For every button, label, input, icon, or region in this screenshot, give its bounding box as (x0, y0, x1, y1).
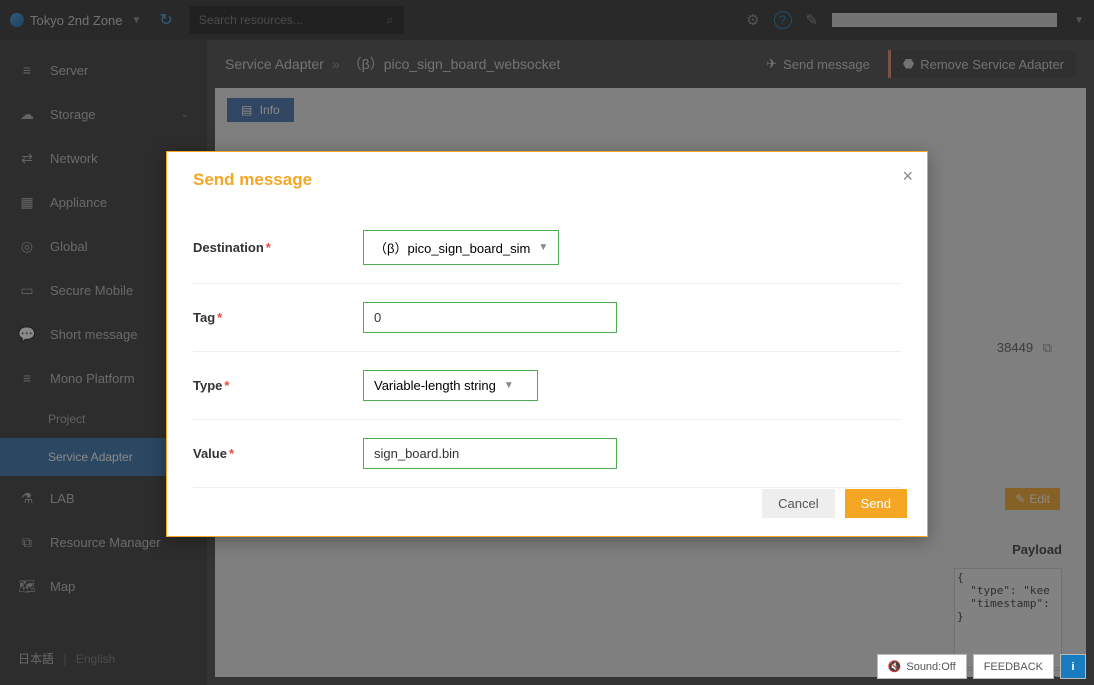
modal-title: Send message (193, 170, 901, 190)
feedback-button[interactable]: FEEDBACK (973, 654, 1054, 679)
required-mark: * (266, 240, 271, 255)
send-message-modal: Send message × Destination* （β）pico_sign… (166, 151, 928, 537)
required-mark: * (229, 446, 234, 461)
destination-label: Destination* (193, 240, 363, 255)
cancel-button[interactable]: Cancel (762, 489, 834, 518)
required-mark: * (224, 378, 229, 393)
chevron-down-icon: ▼ (504, 380, 514, 391)
chevron-down-icon: ▼ (538, 242, 548, 253)
speaker-icon: 🔇 (888, 660, 902, 673)
send-button[interactable]: Send (845, 489, 907, 518)
sound-toggle[interactable]: 🔇 Sound:Off (877, 654, 967, 679)
tag-label: Tag* (193, 310, 363, 325)
required-mark: * (217, 310, 222, 325)
info-button[interactable]: i (1060, 654, 1086, 679)
close-icon[interactable]: × (902, 166, 913, 187)
type-value: Variable-length string (374, 378, 496, 393)
value-label: Value* (193, 446, 363, 461)
value-input[interactable] (363, 438, 617, 469)
type-label: Type* (193, 378, 363, 393)
destination-value: （β）pico_sign_board_sim (374, 238, 530, 257)
type-select[interactable]: Variable-length string ▼ (363, 370, 538, 401)
sound-label: Sound:Off (906, 661, 955, 673)
tag-input[interactable] (363, 302, 617, 333)
destination-select[interactable]: （β）pico_sign_board_sim ▼ (363, 230, 559, 265)
